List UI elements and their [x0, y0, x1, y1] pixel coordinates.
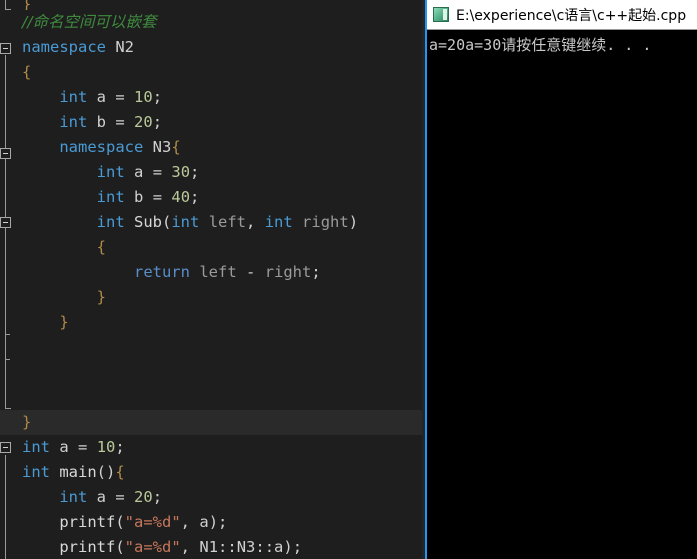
console-output-area[interactable]: a=20a=30请按任意键继续. . . — [427, 31, 697, 559]
code-line[interactable]: } — [0, 0, 425, 10]
code-line[interactable]: int b = 20; — [0, 110, 425, 135]
code-line[interactable]: return left - right; — [0, 260, 425, 285]
code-line[interactable]: { — [0, 60, 425, 85]
code-line-current[interactable]: } — [0, 410, 425, 435]
code-line[interactable]: //命名空间可以嵌套 — [0, 10, 425, 35]
console-title-text: E:\experience\c语言\c++起始.cpp — [456, 7, 687, 24]
code-editor-pane[interactable]: } //命名空间可以嵌套 namespace N2 { int a = 10; … — [0, 0, 425, 559]
code-line[interactable]: int Sub(int left, int right) — [0, 210, 425, 235]
console-app-icon — [433, 7, 449, 22]
code-line[interactable]: int a = 10; — [0, 85, 425, 110]
code-line[interactable]: { — [0, 235, 425, 260]
console-titlebar[interactable]: E:\experience\c语言\c++起始.cpp — [427, 0, 697, 30]
comment-token: //命名空间可以嵌套 — [22, 13, 157, 31]
code-line[interactable]: int a = 10; — [0, 435, 425, 460]
code-line[interactable]: printf("a=%d", N1::N3::a); — [0, 535, 425, 559]
code-line[interactable]: } — [0, 285, 425, 310]
code-line[interactable] — [0, 360, 425, 385]
screen-root: } //命名空间可以嵌套 namespace N2 { int a = 10; … — [0, 0, 697, 559]
code-line[interactable]: namespace N3{ — [0, 135, 425, 160]
console-output-line: a=20a=30请按任意键继续. . . — [429, 36, 652, 54]
console-window[interactable]: E:\experience\c语言\c++起始.cpp a=20a=30请按任意… — [425, 0, 697, 559]
code-line[interactable]: int a = 20; — [0, 485, 425, 510]
code-line[interactable]: int b = 40; — [0, 185, 425, 210]
code-line[interactable] — [0, 385, 425, 410]
code-line[interactable] — [0, 335, 425, 360]
code-line[interactable]: printf("a=%d", a); — [0, 510, 425, 535]
code-line[interactable]: } — [0, 310, 425, 335]
code-line[interactable]: int a = 30; — [0, 160, 425, 185]
code-line[interactable]: namespace N2 — [0, 35, 425, 60]
code-text-area[interactable]: } //命名空间可以嵌套 namespace N2 { int a = 10; … — [0, 0, 425, 559]
code-line[interactable]: int main(){ — [0, 460, 425, 485]
